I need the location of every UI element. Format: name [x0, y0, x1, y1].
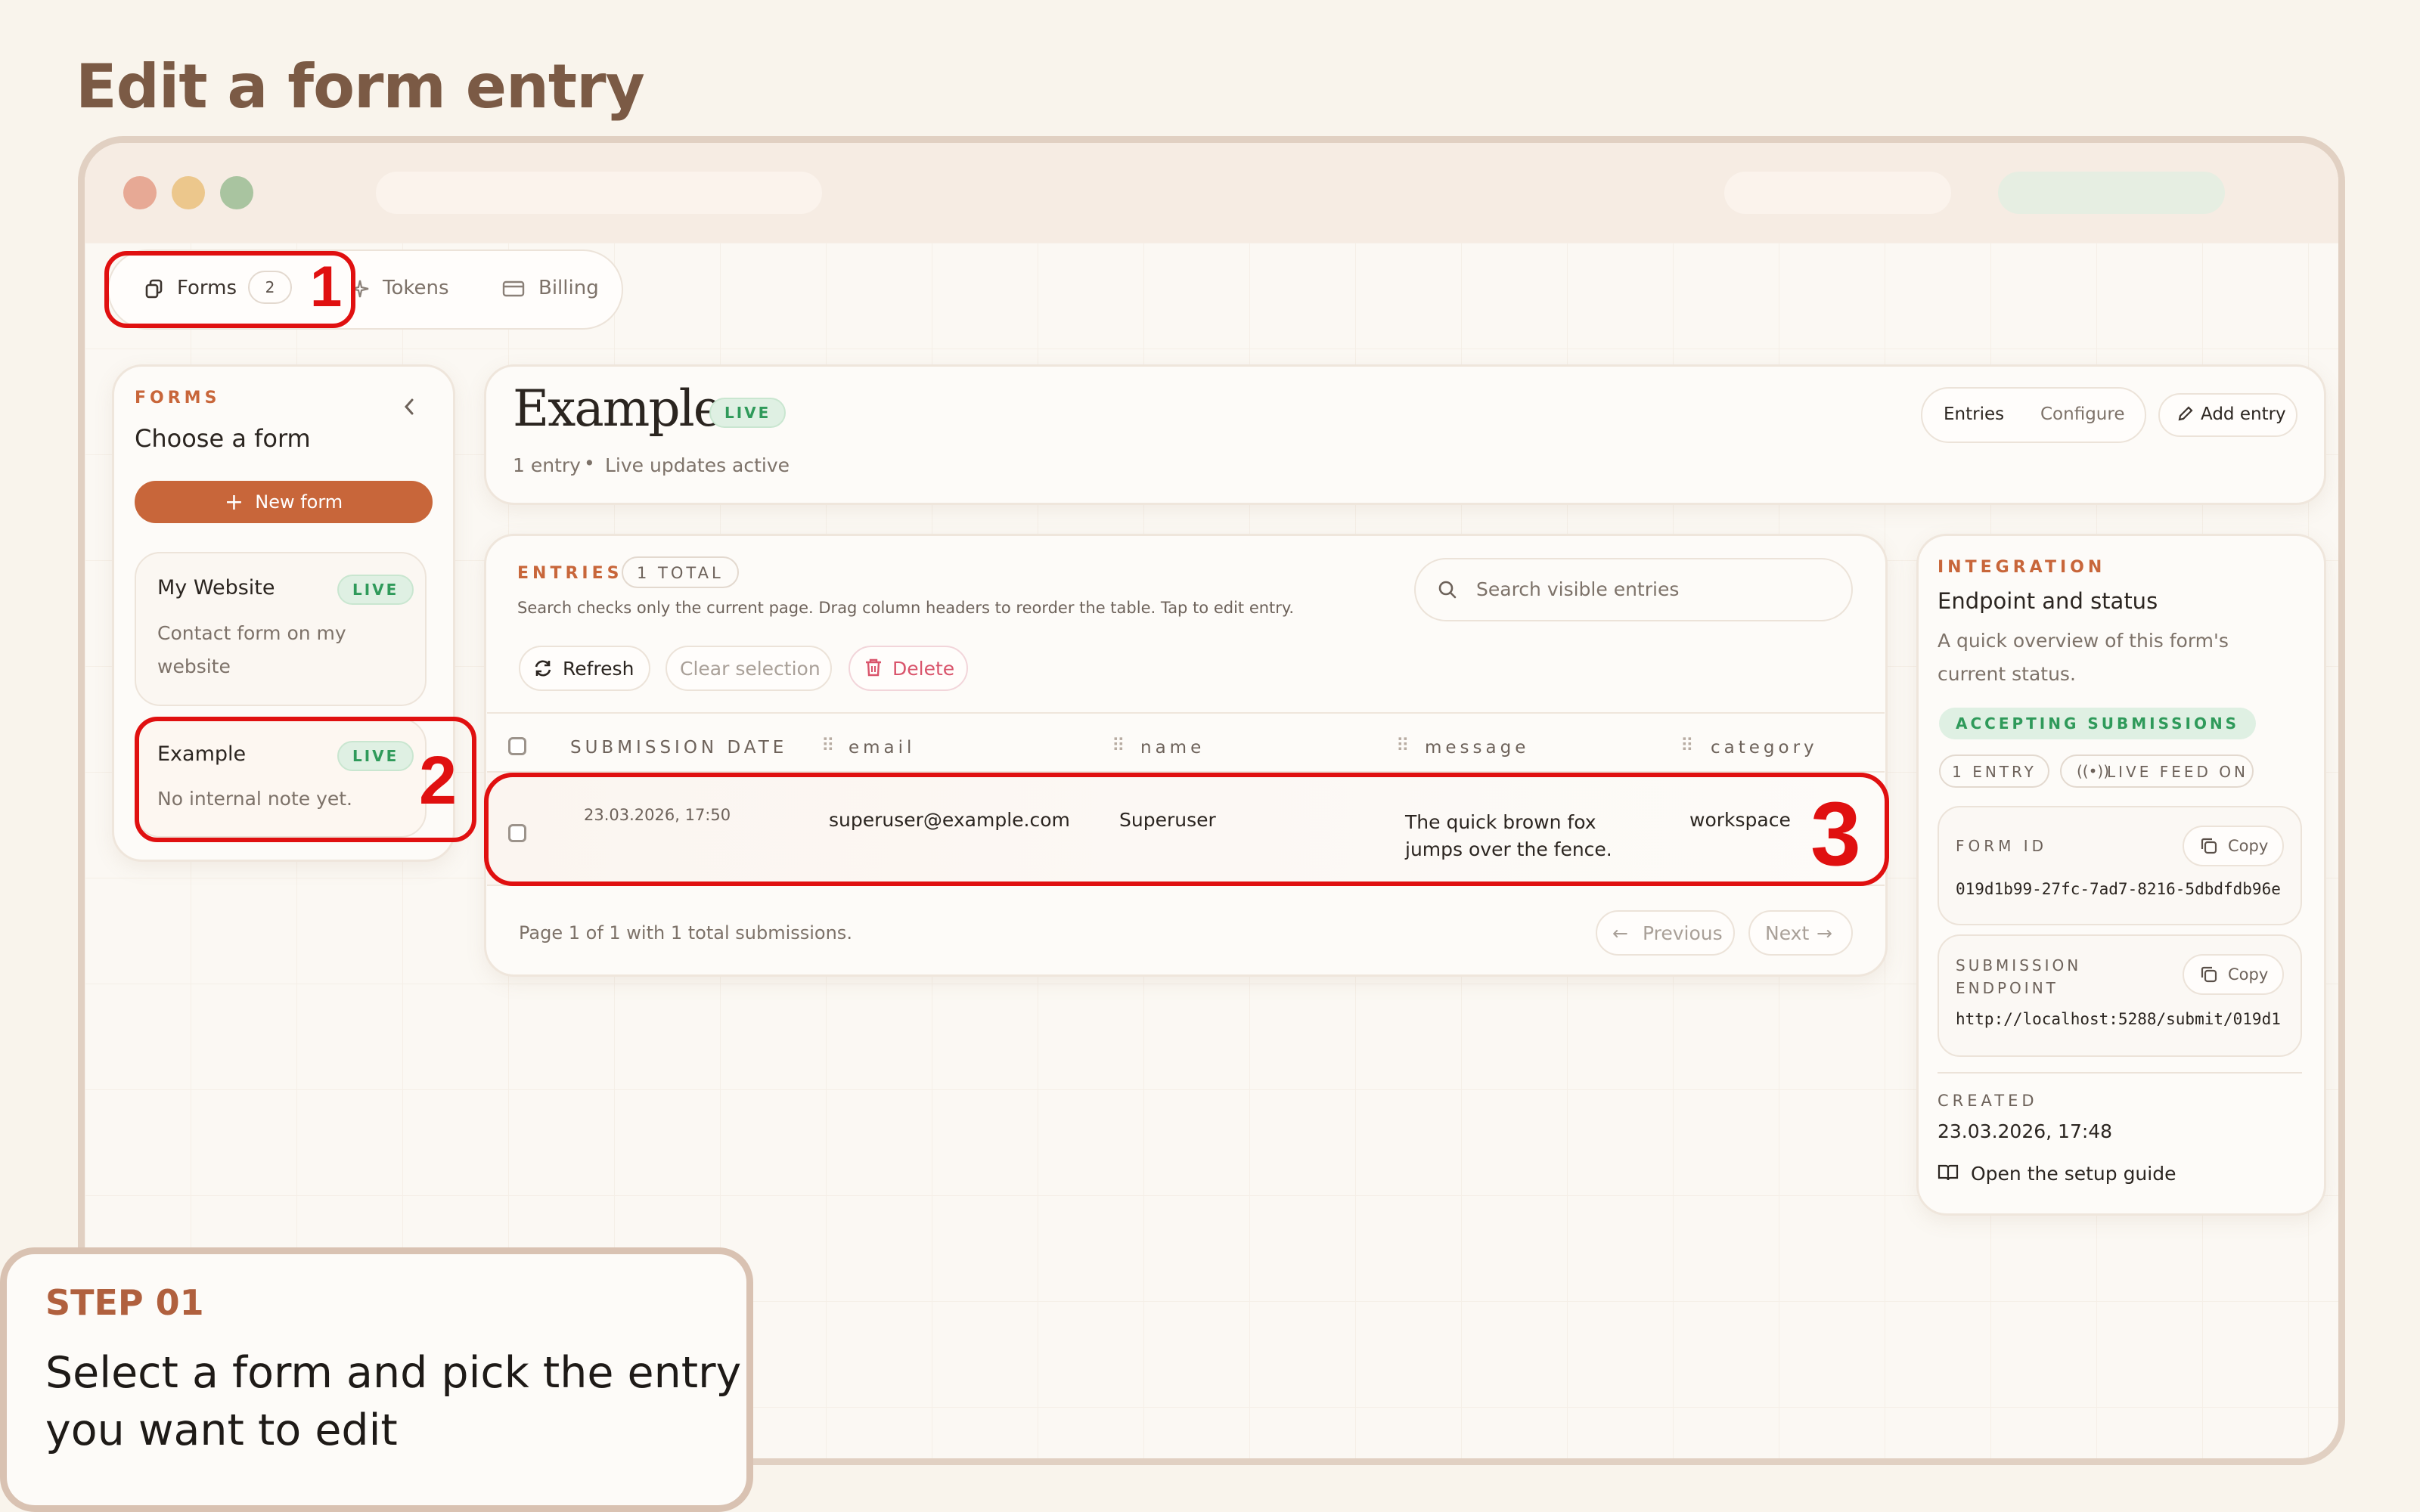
search-placeholder: Search visible entries — [1476, 578, 1680, 600]
tab-entries[interactable]: Entries — [1944, 404, 2004, 424]
minimize-window-icon[interactable] — [172, 176, 205, 209]
step-description-line: Select a form and pick the entry — [45, 1348, 742, 1398]
created-label: CREATED — [1938, 1092, 2038, 1110]
plus-icon: + — [224, 489, 244, 516]
nav-billing[interactable]: Billing — [538, 277, 599, 299]
form-id-label: FORM ID — [1956, 837, 2048, 855]
refresh-label: Refresh — [563, 658, 634, 680]
new-form-button[interactable]: + New form — [135, 481, 433, 523]
annotation-number-1: 1 — [310, 255, 343, 319]
endpoint-label-line: SUBMISSION — [1956, 956, 2082, 974]
form-item-note: Contact form on my website — [157, 622, 346, 677]
entry-count: 1 entry — [513, 454, 581, 476]
endpoint-value: http://localhost:5288/submit/019d1 — [1956, 1010, 2281, 1028]
page-title: Edit a form entry — [76, 51, 645, 122]
sidebar-heading: Choose a form — [135, 424, 311, 453]
table-divider — [487, 712, 1885, 714]
copy-label: Copy — [2228, 965, 2269, 984]
copy-icon — [2199, 836, 2219, 856]
created-value: 23.03.2026, 17:48 — [1938, 1120, 2113, 1142]
form-id-value: 019d1b99-27fc-7ad7-8216-5dbdfdb96e — [1956, 880, 2281, 898]
integration-heading: Endpoint and status — [1938, 588, 2158, 614]
step-description-line: you want to edit — [45, 1405, 398, 1455]
column-header-email[interactable]: email — [849, 738, 915, 758]
column-header-category[interactable]: category — [1711, 738, 1818, 758]
setup-guide-link[interactable]: Open the setup guide — [1971, 1163, 2176, 1185]
book-icon — [1938, 1163, 1959, 1182]
copy-label: Copy — [2228, 837, 2269, 855]
new-form-label: New form — [255, 491, 343, 513]
annotation-number-3: 3 — [1810, 783, 1861, 885]
integration-section-label: INTEGRATION — [1938, 558, 2106, 577]
drag-handle-icon[interactable]: ⠿ — [821, 735, 835, 756]
address-bar[interactable] — [376, 172, 822, 214]
close-window-icon[interactable] — [123, 176, 157, 209]
endpoint-label: SUBMISSION ENDPOINT — [1956, 954, 2081, 999]
delete-label: Delete — [892, 658, 955, 680]
form-item-name: My Website — [157, 576, 275, 600]
status-badge: LIVE — [337, 575, 414, 605]
drag-handle-icon[interactable]: ⠿ — [1680, 735, 1694, 756]
broadcast-icon: ((•)) — [2077, 762, 2110, 780]
form-title: Example — [513, 380, 723, 438]
live-updates-status: Live updates active — [605, 454, 790, 476]
separator-dot: • — [584, 452, 595, 474]
entries-section-label: ENTRIES — [517, 564, 623, 583]
refresh-icon — [532, 658, 554, 679]
integration-description: A quick overview of this form's current … — [1938, 630, 2229, 685]
add-entry-label: Add entry — [2201, 404, 2286, 424]
pencil-icon — [2176, 404, 2195, 423]
total-badge: 1 TOTAL — [622, 556, 739, 588]
step-description: Select a form and pick the entry you wan… — [45, 1344, 741, 1459]
previous-label: Previous — [1643, 922, 1723, 944]
trash-icon — [864, 657, 883, 678]
accepting-submissions-badge: ACCEPTING SUBMISSIONS — [1939, 708, 2257, 739]
clear-selection-label: Clear selection — [680, 658, 821, 680]
search-icon — [1437, 579, 1458, 600]
pagination-text: Page 1 of 1 with 1 total submissions. — [519, 922, 852, 943]
live-feed-label: LIVE FEED ON — [2107, 763, 2248, 781]
integration-divider — [1938, 1072, 2302, 1074]
nav-tokens[interactable]: Tokens — [383, 277, 449, 299]
credit-card-icon — [502, 280, 525, 298]
toolbar-placeholder — [1724, 172, 1951, 214]
column-header-message[interactable]: message — [1425, 738, 1529, 758]
status-badge: LIVE — [709, 398, 786, 428]
entry-count-badge: 1 ENTRY — [1939, 754, 2049, 788]
endpoint-label-line: ENDPOINT — [1956, 979, 2059, 997]
annotation-box-3 — [484, 773, 1889, 886]
tab-configure[interactable]: Configure — [2040, 404, 2124, 424]
next-label: Next — [1765, 922, 1810, 944]
column-header-submission-date[interactable]: SUBMISSION DATE — [570, 738, 787, 758]
annotation-number-2: 2 — [419, 743, 458, 819]
collapse-chevron-icon[interactable] — [401, 396, 417, 417]
arrow-right-icon: → — [1817, 922, 1832, 944]
entries-help-text: Search checks only the current page. Dra… — [517, 599, 1295, 617]
maximize-window-icon[interactable] — [220, 176, 253, 209]
arrow-left-icon: ← — [1612, 922, 1628, 944]
toolbar-placeholder-green — [1998, 172, 2225, 214]
sidebar-section-label: FORMS — [135, 389, 221, 407]
step-label: STEP 01 — [45, 1282, 204, 1323]
drag-handle-icon[interactable]: ⠿ — [1396, 735, 1410, 756]
column-header-name[interactable]: name — [1140, 738, 1205, 758]
drag-handle-icon[interactable]: ⠿ — [1112, 735, 1125, 756]
select-all-checkbox[interactable] — [508, 737, 526, 755]
copy-icon — [2199, 965, 2219, 984]
